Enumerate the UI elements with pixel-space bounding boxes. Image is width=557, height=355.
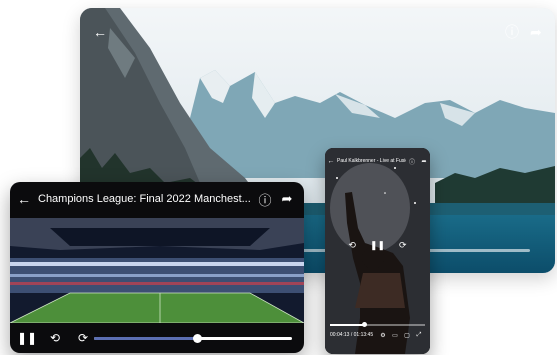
stadium-scene	[10, 218, 304, 323]
progress-fill	[330, 324, 365, 326]
forward-10-button[interactable]: ⟳	[399, 240, 407, 251]
info-icon[interactable]: ⓘ	[505, 25, 519, 39]
desktop-player: ← Champions League: Final 2022 Manchest.…	[10, 182, 304, 353]
info-icon[interactable]: ⓘ	[406, 157, 418, 166]
desktop-player-titlebar: ← Champions League: Final 2022 Manchest.…	[10, 182, 304, 216]
time-display: 00:04:13 / 01:13:45	[330, 332, 374, 338]
progress-fill	[94, 337, 197, 340]
video-title: Champions League: Final 2022 Manchest...	[38, 193, 251, 205]
share-icon[interactable]: ➦	[530, 25, 542, 39]
subtitles-icon[interactable]: ▭	[389, 332, 401, 339]
rewind-10-button[interactable]: ⟲	[44, 331, 66, 345]
back-button[interactable]: ←	[10, 191, 38, 207]
video-title: Paul Kalkbrenner - Live at Fusion Festiv…	[337, 158, 406, 164]
progress-knob[interactable]	[192, 334, 202, 343]
mobile-bottom-controls: 00:04:13 / 01:13:45 ⚙ ▭ ▢ ⤢	[330, 330, 425, 340]
pause-button[interactable]: ❚❚	[370, 240, 385, 251]
mobile-progress-bar[interactable]	[330, 322, 425, 327]
back-button[interactable]: ←	[325, 158, 337, 165]
rewind-10-button[interactable]: ⟲	[348, 240, 356, 251]
cast-icon[interactable]: ▢	[401, 332, 413, 339]
desktop-progress-bar[interactable]	[94, 334, 292, 343]
back-button[interactable]: ←	[93, 25, 107, 39]
mobile-playback-controls: ⟲ ❚❚ ⟳	[325, 240, 430, 251]
info-icon[interactable]: ⓘ	[254, 190, 276, 209]
gear-icon[interactable]: ⚙	[377, 332, 389, 339]
mobile-player: ← Paul Kalkbrenner - Live at Fusion Fest…	[325, 148, 430, 354]
mobile-player-topbar: ← Paul Kalkbrenner - Live at Fusion Fest…	[325, 154, 430, 168]
fullscreen-icon[interactable]: ⤢	[413, 332, 425, 339]
forward-10-button[interactable]: ⟳	[72, 331, 94, 345]
share-icon[interactable]: ➦	[418, 158, 430, 165]
pause-button[interactable]: ❚❚	[16, 331, 38, 345]
share-icon[interactable]: ➦	[276, 191, 298, 207]
